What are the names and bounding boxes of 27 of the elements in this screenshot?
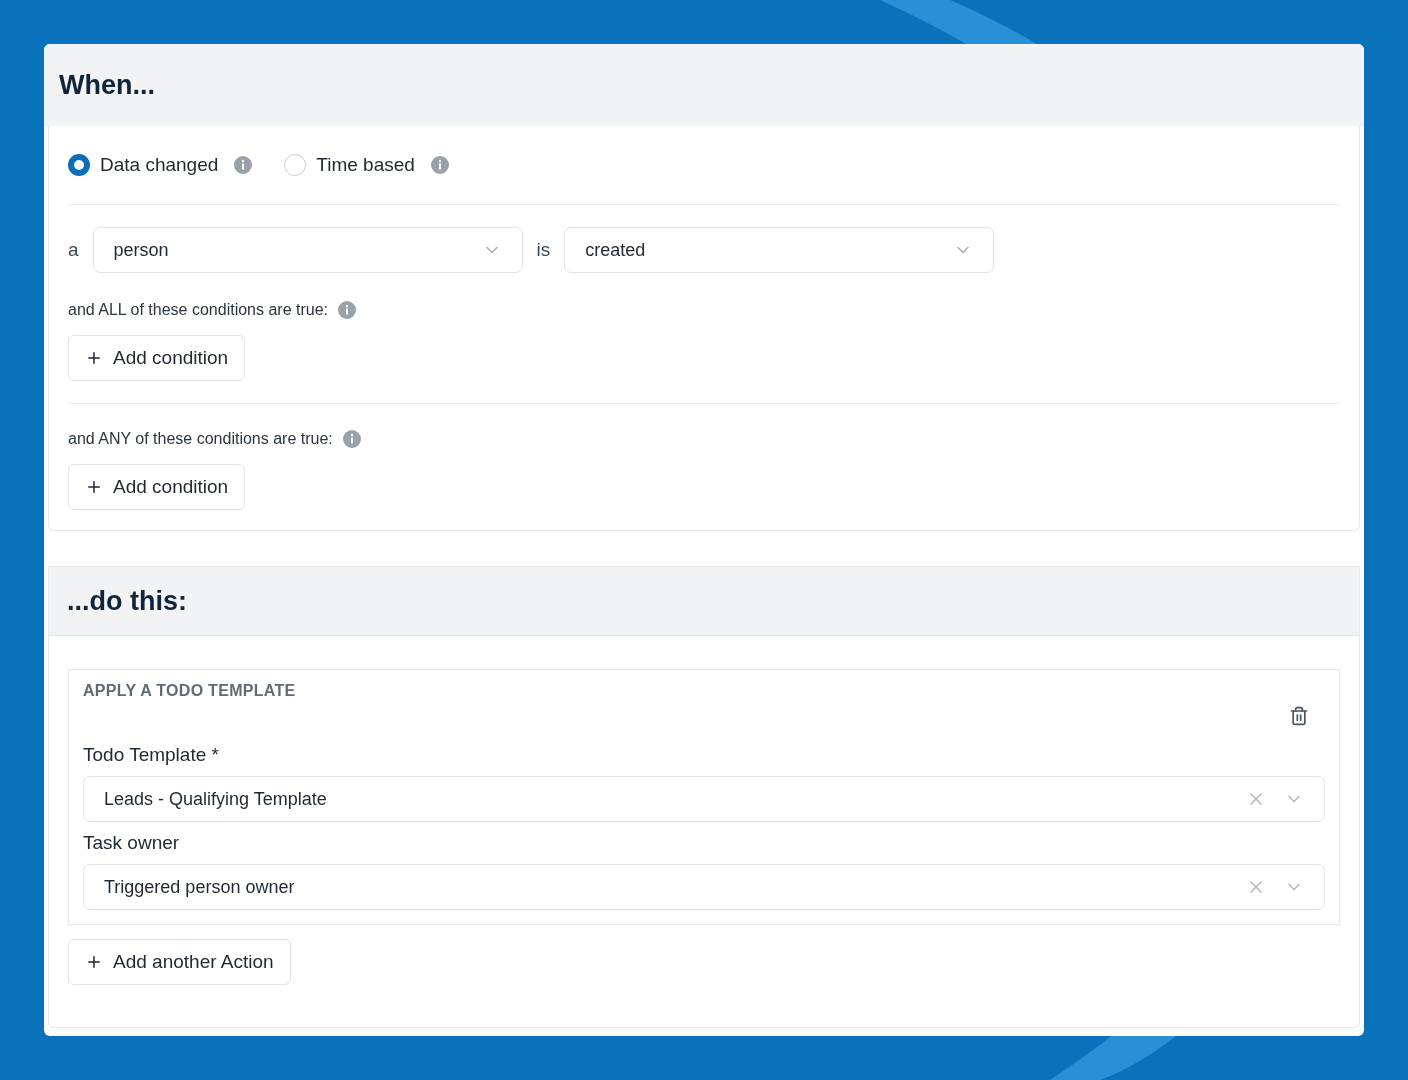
- event-dropdown[interactable]: created: [564, 227, 995, 273]
- info-icon: [430, 156, 449, 174]
- radio-button[interactable]: [68, 154, 90, 176]
- select-field[interactable]: Leads - Qualifying Template: [83, 776, 1325, 822]
- subject-dropdown[interactable]: person: [92, 227, 523, 273]
- radio-label: Data changed: [100, 154, 219, 176]
- plus-icon: [85, 478, 103, 496]
- radio-label: Time based: [316, 154, 415, 176]
- plus-icon: [85, 349, 103, 367]
- info-icon: [338, 301, 357, 319]
- field-prefix: a: [68, 239, 79, 261]
- add-condition-button[interactable]: Add condition: [68, 464, 246, 510]
- field-prefix: is: [536, 239, 551, 261]
- select-field[interactable]: Triggered person owner: [83, 864, 1325, 910]
- info-icon: [342, 430, 361, 448]
- action-title: APPLY A TODO TEMPLATE: [83, 682, 296, 700]
- field-label: Todo Template *: [83, 744, 220, 766]
- info-icon: [234, 156, 253, 174]
- delete-icon[interactable]: [1289, 706, 1309, 726]
- condition-group-label: and ALL of these conditions are true:: [68, 301, 329, 319]
- add-condition-button[interactable]: Add condition: [68, 335, 246, 381]
- section-title: When...: [59, 69, 155, 101]
- field-label: Task owner: [83, 832, 181, 854]
- plus-icon: [85, 953, 103, 971]
- section-title: ...do this:: [67, 585, 187, 617]
- condition-group-label: and ANY of these conditions are true:: [68, 430, 333, 448]
- add-action-button[interactable]: Add another Action: [68, 939, 291, 985]
